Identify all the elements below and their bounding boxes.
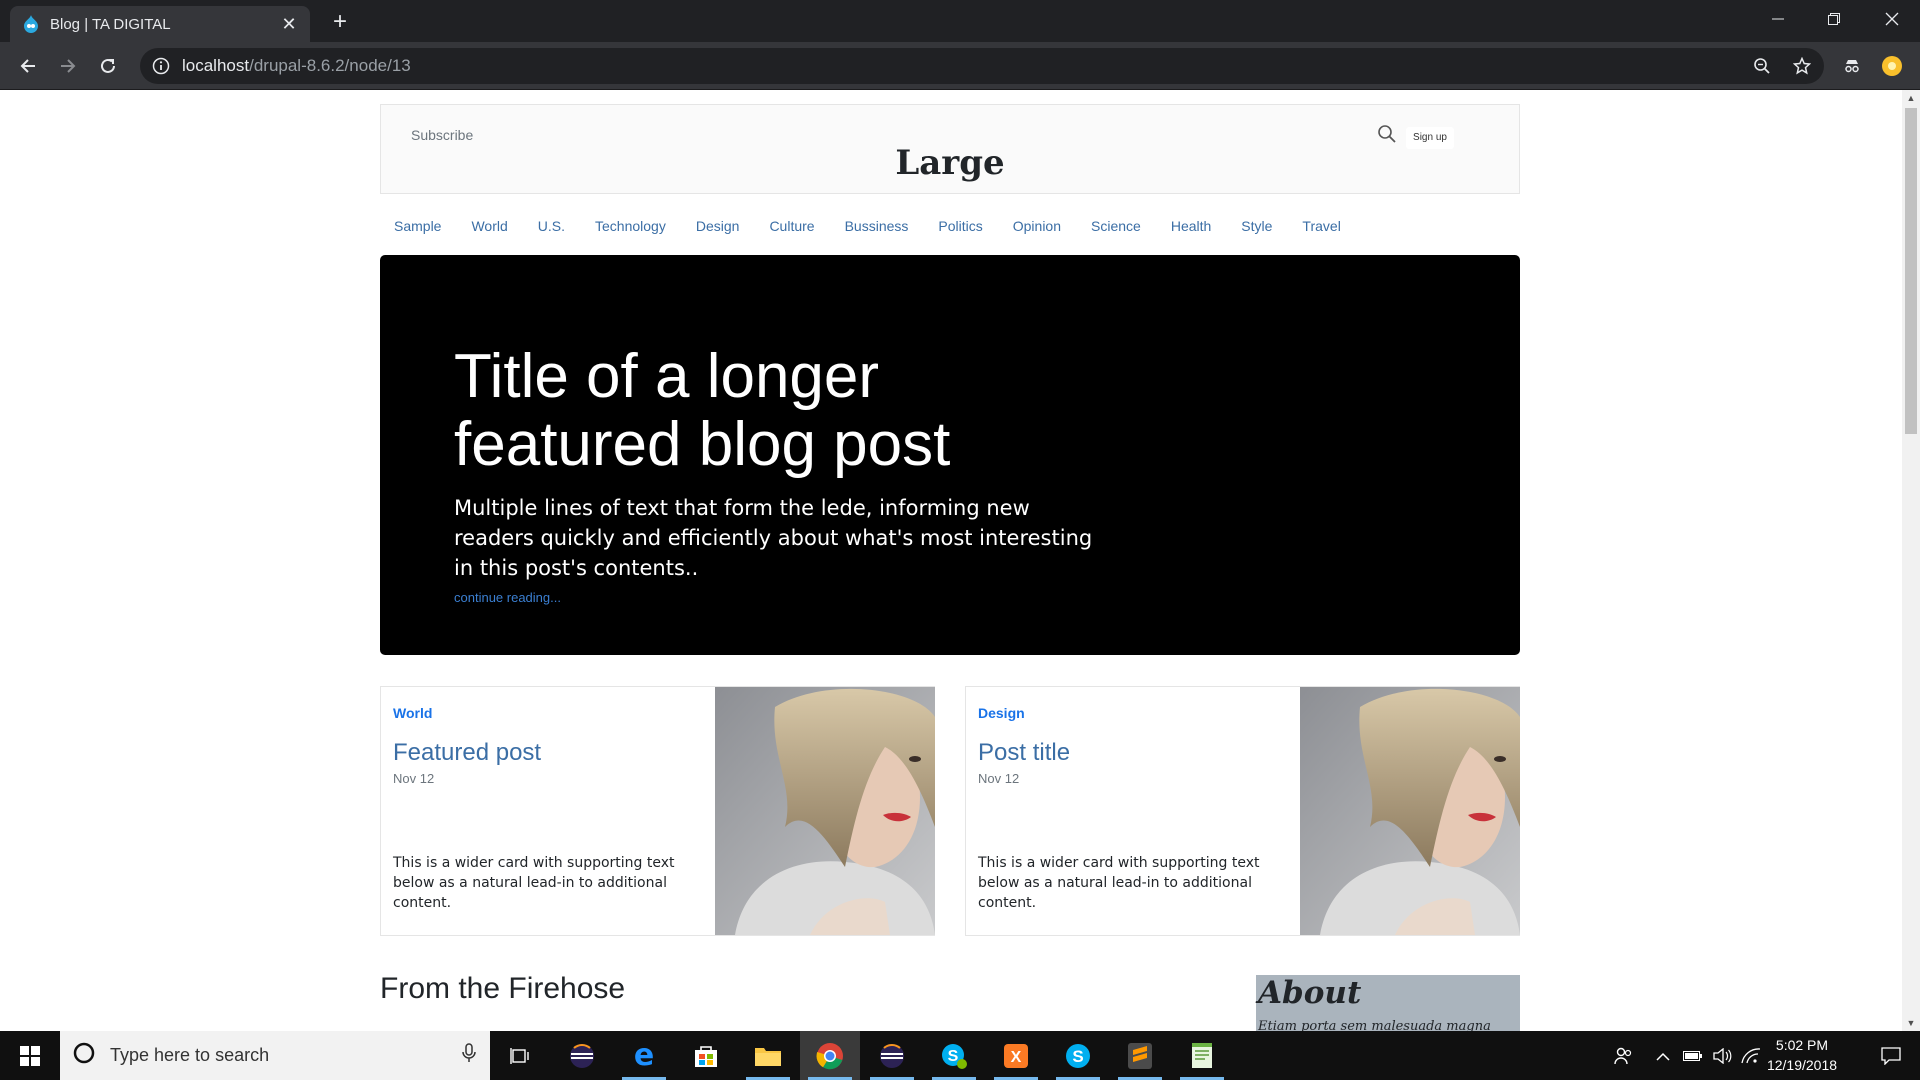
site-header: Subscribe Large Sign up (380, 104, 1520, 194)
incognito-extension-icon[interactable] (1836, 50, 1868, 82)
taskbar-search-placeholder: Type here to search (110, 1045, 270, 1065)
site-logo[interactable]: Large (381, 143, 1519, 183)
chrome-icon[interactable] (800, 1031, 860, 1080)
card-title-link[interactable]: Featured post (393, 739, 541, 767)
battery-icon[interactable] (1680, 1031, 1706, 1080)
scroll-up-arrow-icon[interactable]: ▲ (1902, 90, 1920, 106)
zoom-icon[interactable] (1746, 50, 1778, 82)
card-title-link[interactable]: Post title (978, 739, 1070, 767)
bookmark-star-icon[interactable] (1786, 50, 1818, 82)
featured-jumbotron: Title of a longer featured blog post Mul… (380, 255, 1520, 655)
minimize-icon[interactable] (1750, 0, 1806, 38)
url-path: /drupal-8.6.2/node/13 (249, 56, 411, 75)
svg-text:X: X (1011, 1049, 1022, 1066)
about-text: Etiam porta sem malesuada magna (1258, 1019, 1491, 1031)
nav-item-sample[interactable]: Sample (394, 218, 441, 240)
nav-item-health[interactable]: Health (1171, 218, 1211, 240)
forward-arrow-icon[interactable] (52, 50, 84, 82)
continue-reading-link[interactable]: continue reading... (454, 590, 561, 605)
featured-post-lede: Multiple lines of text that form the led… (454, 496, 1093, 580)
profile-avatar-icon[interactable] (1876, 50, 1908, 82)
tab-close-icon[interactable]: ✕ (280, 15, 298, 33)
eclipse-icon[interactable] (552, 1031, 612, 1080)
card-text: This is a wider card with supporting tex… (393, 855, 675, 911)
nav-item-technology[interactable]: Technology (595, 218, 666, 240)
site-info-icon[interactable] (152, 57, 170, 75)
category-nav: Sample World U.S. Technology Design Cult… (380, 218, 1520, 240)
window-close-icon[interactable] (1864, 0, 1920, 38)
skype-icon[interactable]: S (1048, 1031, 1108, 1080)
back-arrow-icon[interactable] (12, 50, 44, 82)
new-tab-button[interactable]: + (326, 8, 354, 36)
skype-business-icon[interactable]: S (924, 1031, 984, 1080)
nav-item-style[interactable]: Style (1241, 218, 1272, 240)
notepad-icon[interactable] (1172, 1031, 1232, 1080)
card-thumbnail-image (715, 687, 935, 935)
nav-item-politics[interactable]: Politics (938, 218, 982, 240)
search-icon[interactable] (1377, 124, 1397, 144)
restore-icon[interactable] (1806, 0, 1862, 38)
subscribe-link[interactable]: Subscribe (411, 127, 473, 143)
nav-item-science[interactable]: Science (1091, 218, 1141, 240)
nav-item-world[interactable]: World (471, 218, 507, 240)
card-category: Design (978, 705, 1025, 721)
volume-icon[interactable] (1710, 1031, 1736, 1080)
page-viewport: Subscribe Large Sign up Sample World U.S… (0, 90, 1902, 1031)
edge-icon[interactable]: e (614, 1031, 674, 1080)
wifi-icon[interactable] (1738, 1031, 1764, 1080)
xampp-icon[interactable]: X (986, 1031, 1046, 1080)
nav-item-us[interactable]: U.S. (538, 218, 565, 240)
nav-item-business[interactable]: Bussiness (845, 218, 909, 240)
sublime-text-icon[interactable] (1110, 1031, 1170, 1080)
card-thumbnail-image (1300, 687, 1520, 935)
task-view-icon[interactable] (490, 1031, 550, 1080)
card-date: Nov 12 (393, 771, 435, 786)
svg-text:S: S (1072, 1047, 1083, 1066)
card-text: This is a wider card with supporting tex… (978, 855, 1260, 911)
nav-item-travel[interactable]: Travel (1302, 218, 1340, 240)
post-card: Design Post title Nov 12 This is a wider… (965, 686, 1520, 936)
about-sidebar: About Etiam porta sem malesuada magna (1256, 975, 1520, 1031)
clock-date: 12/19/2018 (1766, 1057, 1838, 1073)
about-title: About (1258, 975, 1362, 1011)
card-category: World (393, 705, 433, 721)
nav-item-culture[interactable]: Culture (769, 218, 814, 240)
card-date: Nov 12 (978, 771, 1020, 786)
svg-text:S: S (948, 1048, 959, 1065)
scroll-down-arrow-icon[interactable]: ▼ (1902, 1015, 1920, 1031)
browser-tab-active[interactable]: Blog | TA DIGITAL ✕ (10, 6, 310, 42)
url-text: localhost/drupal-8.6.2/node/13 (182, 56, 411, 76)
microphone-icon[interactable] (462, 1043, 476, 1068)
file-explorer-icon[interactable] (738, 1031, 798, 1080)
drupal-favicon-icon (22, 15, 40, 33)
taskbar-search-box[interactable]: Type here to search (60, 1031, 490, 1080)
cortana-circle-icon (72, 1041, 96, 1070)
action-center-icon[interactable] (1866, 1031, 1916, 1080)
windows-start-icon[interactable] (0, 1031, 60, 1080)
url-host: localhost (182, 56, 250, 75)
post-card: World Featured post Nov 12 This is a wid… (380, 686, 935, 936)
page-scrollbar[interactable]: ▲ ▼ (1902, 90, 1920, 1031)
tab-title: Blog | TA DIGITAL (50, 15, 171, 33)
windows-taskbar: Type here to search e S X S 5:02 PM 12/1… (0, 1031, 1920, 1080)
taskbar-clock[interactable]: 5:02 PM 12/19/2018 (1762, 1035, 1842, 1075)
address-bar[interactable]: localhost/drupal-8.6.2/node/13 (140, 48, 1824, 84)
signup-button[interactable]: Sign up (1406, 127, 1454, 149)
featured-post-title: Title of a longer featured blog post (454, 342, 951, 479)
people-icon[interactable] (1608, 1031, 1638, 1080)
store-icon[interactable] (676, 1031, 736, 1080)
reload-icon[interactable] (92, 50, 124, 82)
eclipse-icon[interactable] (862, 1031, 922, 1080)
browser-tab-strip: Blog | TA DIGITAL ✕ + (0, 0, 1920, 42)
scroll-thumb[interactable] (1905, 108, 1917, 434)
browser-toolbar: localhost/drupal-8.6.2/node/13 (0, 42, 1920, 90)
nav-item-design[interactable]: Design (696, 218, 740, 240)
chevron-up-icon[interactable] (1650, 1031, 1676, 1080)
clock-time: 5:02 PM (1775, 1037, 1829, 1053)
nav-item-opinion[interactable]: Opinion (1013, 218, 1061, 240)
section-heading: From the Firehose (380, 972, 626, 1005)
